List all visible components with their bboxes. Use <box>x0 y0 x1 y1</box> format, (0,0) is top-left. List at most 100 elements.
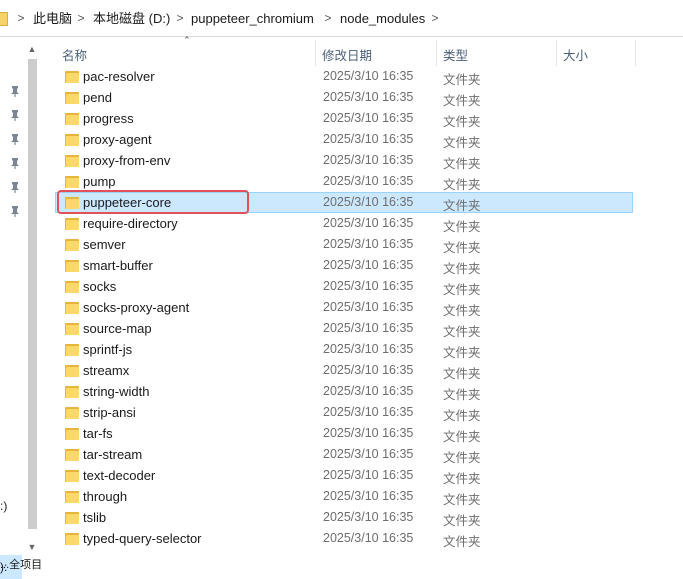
item-date-modified: 2025/3/10 16:35 <box>323 69 414 83</box>
list-item[interactable]: progress 2025/3/10 16:35 文件夹 <box>55 108 633 129</box>
item-type: 文件夹 <box>443 178 481 192</box>
chevron-right-icon[interactable]: > <box>16 11 26 25</box>
chevron-right-icon[interactable]: > <box>175 11 185 25</box>
item-type: 文件夹 <box>443 241 481 255</box>
item-name: tar-fs <box>83 426 113 441</box>
column-divider[interactable] <box>635 40 636 66</box>
breadcrumb-puppeteer-chromium[interactable]: puppeteer_chromium <box>191 11 314 27</box>
folder-icon <box>65 217 79 230</box>
item-name: pend <box>83 90 112 105</box>
item-type: 文件夹 <box>443 220 481 234</box>
folder-icon <box>65 259 79 272</box>
chevron-right-icon[interactable]: > <box>76 11 86 25</box>
list-item[interactable]: source-map 2025/3/10 16:35 文件夹 <box>55 318 633 339</box>
item-name: text-decoder <box>83 468 156 483</box>
item-date-modified: 2025/3/10 16:35 <box>323 531 414 545</box>
list-item[interactable]: through 2025/3/10 16:35 文件夹 <box>55 486 633 507</box>
scroll-down-icon[interactable]: ▼ <box>26 541 38 553</box>
column-divider[interactable] <box>315 40 316 66</box>
list-item[interactable]: socks-proxy-agent 2025/3/10 16:35 文件夹 <box>55 297 633 318</box>
item-type: 文件夹 <box>443 136 481 150</box>
item-name: tslib <box>83 510 107 525</box>
folder-icon <box>65 532 79 545</box>
item-type: 文件夹 <box>443 115 481 129</box>
folder-icon <box>65 343 79 356</box>
folder-icon <box>65 238 79 251</box>
nav-drive-c[interactable]: :) <box>0 499 7 513</box>
list-item[interactable]: streamx 2025/3/10 16:35 文件夹 <box>55 360 633 381</box>
list-item[interactable]: typed-query-selector 2025/3/10 16:35 文件夹 <box>55 528 633 549</box>
pin-icon[interactable] <box>10 181 20 193</box>
folder-icon <box>65 91 79 104</box>
column-type[interactable]: 类型 <box>443 45 468 64</box>
navigation-pane[interactable]: ▲ ▼ :) ): ...全项目 <box>0 37 42 579</box>
item-date-modified: 2025/3/10 16:35 <box>323 300 414 314</box>
item-type: 文件夹 <box>443 199 481 213</box>
folder-icon <box>65 112 79 125</box>
item-type: 文件夹 <box>443 94 481 108</box>
item-name: through <box>83 489 128 504</box>
pin-icon[interactable] <box>10 109 20 121</box>
list-item[interactable]: sprintf-js 2025/3/10 16:35 文件夹 <box>55 339 633 360</box>
item-date-modified: 2025/3/10 16:35 <box>323 342 414 356</box>
list-item[interactable]: pend 2025/3/10 16:35 文件夹 <box>55 87 633 108</box>
list-item[interactable]: tar-fs 2025/3/10 16:35 文件夹 <box>55 423 633 444</box>
list-item[interactable]: require-directory 2025/3/10 16:35 文件夹 <box>55 213 633 234</box>
item-type: 文件夹 <box>443 346 481 360</box>
nav-partial-item[interactable]: ...全项目 <box>0 558 42 572</box>
list-item[interactable]: socks 2025/3/10 16:35 文件夹 <box>55 276 633 297</box>
breadcrumb-drive-d[interactable]: 本地磁盘 (D:) <box>93 11 170 27</box>
item-type: 文件夹 <box>443 262 481 276</box>
folder-icon <box>65 133 79 146</box>
folder-icon <box>65 385 79 398</box>
list-item[interactable]: tar-stream 2025/3/10 16:35 文件夹 <box>55 444 633 465</box>
scroll-up-icon[interactable]: ▲ <box>26 43 38 55</box>
nav-scrollbar-thumb[interactable] <box>28 59 37 529</box>
list-item[interactable]: proxy-from-env 2025/3/10 16:35 文件夹 <box>55 150 633 171</box>
list-item[interactable]: proxy-agent 2025/3/10 16:35 文件夹 <box>55 129 633 150</box>
item-date-modified: 2025/3/10 16:35 <box>323 510 414 524</box>
list-item[interactable]: pump 2025/3/10 16:35 文件夹 <box>55 171 633 192</box>
item-name: sprintf-js <box>83 342 133 357</box>
column-divider[interactable] <box>556 40 557 66</box>
list-item[interactable]: text-decoder 2025/3/10 16:35 文件夹 <box>55 465 633 486</box>
breadcrumb-node-modules[interactable]: node_modules <box>340 11 425 27</box>
folder-icon <box>65 280 79 293</box>
folder-icon <box>65 406 79 419</box>
list-item[interactable]: strip-ansi 2025/3/10 16:35 文件夹 <box>55 402 633 423</box>
chevron-right-icon[interactable]: > <box>323 11 333 25</box>
item-name: smart-buffer <box>83 258 153 273</box>
list-item[interactable]: tslib 2025/3/10 16:35 文件夹 <box>55 507 633 528</box>
list-item[interactable]: string-width 2025/3/10 16:35 文件夹 <box>55 381 633 402</box>
item-date-modified: 2025/3/10 16:35 <box>323 279 414 293</box>
item-date-modified: 2025/3/10 16:35 <box>323 174 414 188</box>
pin-icon[interactable] <box>10 205 20 217</box>
item-date-modified: 2025/3/10 16:35 <box>323 405 414 419</box>
pin-icon[interactable] <box>10 85 20 97</box>
item-type: 文件夹 <box>443 451 481 465</box>
column-name[interactable]: 名称 <box>62 45 87 64</box>
address-bar[interactable]: > 此电脑 > 本地磁盘 (D:) > puppeteer_chromium >… <box>0 0 683 37</box>
item-date-modified: 2025/3/10 16:35 <box>323 321 414 335</box>
column-size[interactable]: 大小 <box>563 45 588 64</box>
item-date-modified: 2025/3/10 16:35 <box>323 132 414 146</box>
folder-icon <box>65 70 79 83</box>
list-item[interactable]: pac-resolver 2025/3/10 16:35 文件夹 <box>55 66 633 87</box>
list-item[interactable]: semver 2025/3/10 16:35 文件夹 <box>55 234 633 255</box>
item-name: socks <box>83 279 117 294</box>
list-item[interactable]: smart-buffer 2025/3/10 16:35 文件夹 <box>55 255 633 276</box>
item-type: 文件夹 <box>443 535 481 549</box>
item-type: 文件夹 <box>443 283 481 297</box>
column-divider[interactable] <box>436 40 437 66</box>
item-date-modified: 2025/3/10 16:35 <box>323 111 414 125</box>
item-type: 文件夹 <box>443 157 481 171</box>
item-type: 文件夹 <box>443 409 481 423</box>
chevron-right-icon[interactable]: > <box>430 11 440 25</box>
pin-icon[interactable] <box>10 133 20 145</box>
column-header: ⌃ 名称 修改日期 类型 大小 <box>41 35 683 66</box>
pin-icon[interactable] <box>10 157 20 169</box>
item-name: pac-resolver <box>83 69 155 84</box>
column-date-modified[interactable]: 修改日期 <box>322 45 372 64</box>
breadcrumb-this-pc[interactable]: 此电脑 <box>33 11 72 27</box>
folder-icon <box>0 12 8 26</box>
